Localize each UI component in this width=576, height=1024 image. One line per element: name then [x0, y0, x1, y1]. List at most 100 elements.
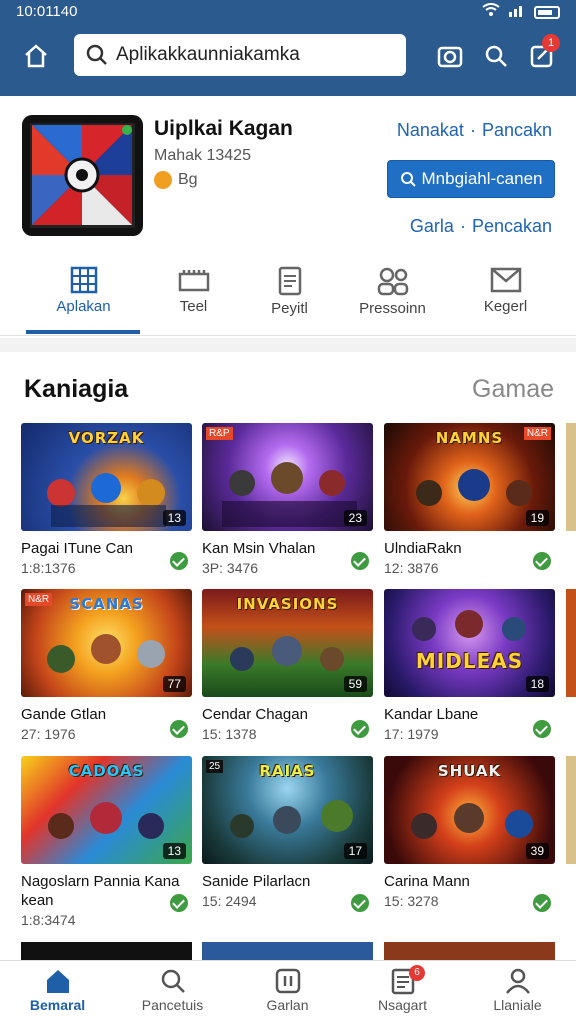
- search-icon: [86, 44, 107, 65]
- game-count: 17: [343, 843, 367, 859]
- game-thumbnail: INVASIONS 59: [202, 589, 373, 697]
- signal-icon: [508, 3, 526, 21]
- tab-label: Peyitl: [271, 300, 308, 317]
- game-meta: 15: 1378: [202, 726, 257, 742]
- verified-check-icon: [533, 720, 551, 738]
- home-icon: [46, 970, 69, 993]
- top-bar: 10:01140 Aplikakkaunniakamka 1: [0, 0, 576, 96]
- game-count: 18: [525, 676, 549, 692]
- nav-badge: 6: [409, 965, 425, 981]
- game-name: Carina Mann: [384, 873, 470, 890]
- nav-label: Bemaral: [29, 997, 86, 1013]
- game-meta: 1:8:1376: [21, 560, 76, 576]
- app-name: Uiplkai Kagan: [154, 117, 293, 140]
- next-card-peek: [566, 589, 576, 697]
- home-outline-icon: [25, 44, 47, 68]
- game-card-peek[interactable]: [384, 942, 555, 960]
- nav-label: Nsagart: [377, 997, 428, 1013]
- game-card[interactable]: VORZAK 13 Pagai ITune Can 1:8:1376: [21, 423, 192, 576]
- grid-icon: [70, 266, 97, 294]
- game-meta: 1:8:3474: [21, 912, 76, 928]
- battery-icon: [534, 5, 560, 19]
- game-corner-badge: 25: [206, 760, 224, 773]
- tab-pressoinn[interactable]: Pressoinn: [335, 260, 450, 336]
- game-name: Nagoslarn Pannia Kana kean: [21, 873, 180, 909]
- nav-updates[interactable]: 6 Nsagart: [345, 961, 460, 1024]
- game-corner-badge: N&R: [523, 427, 551, 440]
- game-thumbnail: SHUAK 39: [384, 756, 555, 864]
- active-tab-indicator: [26, 330, 140, 334]
- game-card[interactable]: SHUAK 39 Carina Mann 15: 3278: [384, 756, 555, 912]
- tab-aplakan[interactable]: Aplakan: [26, 260, 141, 336]
- verified-check-icon: [351, 894, 369, 912]
- game-name: Sanide Pilarlacn: [202, 873, 311, 890]
- header: 1: [0, 26, 576, 86]
- tab-peyitl[interactable]: Peyitl: [232, 260, 347, 336]
- verified-check-icon: [170, 552, 188, 570]
- game-card[interactable]: CADOAS 13 Nagoslarn Pannia Kana kean 1:8…: [21, 756, 192, 928]
- people-icon: [377, 267, 408, 296]
- status-time: 10:01140: [16, 3, 78, 20]
- game-card[interactable]: NAMNS N&R 19 UlndiaRakn 12: 3876: [384, 423, 555, 576]
- game-name: UlndiaRakn: [384, 540, 462, 557]
- camera-button[interactable]: [430, 36, 470, 76]
- document-icon: [278, 266, 301, 296]
- app-links-bottom: Garla · Pencakan: [409, 216, 552, 236]
- nav-home[interactable]: Bemaral: [0, 961, 115, 1024]
- game-card-peek[interactable]: [202, 942, 373, 960]
- verified-check-icon: [351, 552, 369, 570]
- game-corner-badge: N&R: [25, 593, 53, 606]
- game-meta: 15: 2494: [202, 893, 257, 909]
- user-icon: [505, 968, 530, 994]
- nav-label: Pancetuis: [141, 997, 204, 1013]
- link-pencakan[interactable]: Pencakan: [472, 216, 552, 236]
- game-meta: 12: 3876: [384, 560, 439, 576]
- link-pancakn[interactable]: Pancakn: [482, 120, 552, 140]
- nav-search[interactable]: Pancetuis: [115, 961, 230, 1024]
- search-icon: [161, 969, 185, 993]
- game-card-peek[interactable]: [21, 942, 192, 960]
- game-thumbnail: MIDLEAS 18: [384, 589, 555, 697]
- game-card[interactable]: R&P 23 Kan Msin Vhalan 3P: 3476: [202, 423, 373, 576]
- app-tag-label: Bg: [178, 171, 198, 188]
- game-card[interactable]: INVASIONS 59 Cendar Chagan 15: 1378: [202, 589, 373, 742]
- tab-kegerl[interactable]: Kegerl: [448, 260, 563, 336]
- search-icon: [485, 45, 507, 67]
- game-count: 23: [343, 510, 367, 526]
- section-more-link[interactable]: Gamae: [472, 375, 554, 404]
- search-box[interactable]: [74, 34, 406, 76]
- notifications-button[interactable]: 1: [522, 34, 562, 76]
- next-card-peek: [566, 756, 576, 864]
- link-garla[interactable]: Garla: [410, 216, 454, 236]
- game-count: 19: [525, 510, 549, 526]
- app-tag: Bg: [154, 171, 198, 189]
- app-links-top: Nanakat · Pancakn: [396, 120, 552, 140]
- game-name: Kan Msin Vhalan: [202, 540, 316, 557]
- toolbox-icon: [178, 270, 209, 292]
- game-meta: 27: 1976: [21, 726, 76, 742]
- nav-label: Garlan: [266, 997, 309, 1013]
- nav-profile[interactable]: Llaniale: [460, 961, 575, 1024]
- game-name: Gande Gtlan: [21, 706, 107, 723]
- game-meta: 3P: 3476: [202, 560, 259, 576]
- game-thumbnail: SCANAS N&R 77: [21, 589, 192, 697]
- header-search-button[interactable]: [476, 36, 516, 76]
- search-icon: [400, 172, 416, 187]
- search-input[interactable]: [116, 44, 396, 66]
- status-icons: [482, 3, 560, 21]
- game-thumbnail: CADOAS 13: [21, 756, 192, 864]
- emoji-icon: [154, 171, 172, 189]
- bottom-nav: Bemaral Pancetuis Garlan 6 Nsagart Llani…: [0, 960, 576, 1024]
- pause-icon: [275, 968, 300, 994]
- link-nanakat[interactable]: Nanakat: [397, 120, 464, 140]
- game-count: 13: [162, 510, 186, 526]
- mail-icon: [490, 267, 521, 293]
- game-card[interactable]: MIDLEAS 18 Kandar Lbane 17: 1979: [384, 589, 555, 742]
- game-thumbnail: VORZAK 13: [21, 423, 192, 531]
- game-card[interactable]: RAIAS 25 17 Sanide Pilarlacn 15: 2494: [202, 756, 373, 912]
- game-count: 39: [525, 843, 549, 859]
- home-button[interactable]: [16, 36, 56, 76]
- game-card[interactable]: SCANAS N&R 77 Gande Gtlan 27: 1976: [21, 589, 192, 742]
- install-button[interactable]: Mnbgiahl-canen: [387, 160, 555, 198]
- nav-games[interactable]: Garlan: [230, 961, 345, 1024]
